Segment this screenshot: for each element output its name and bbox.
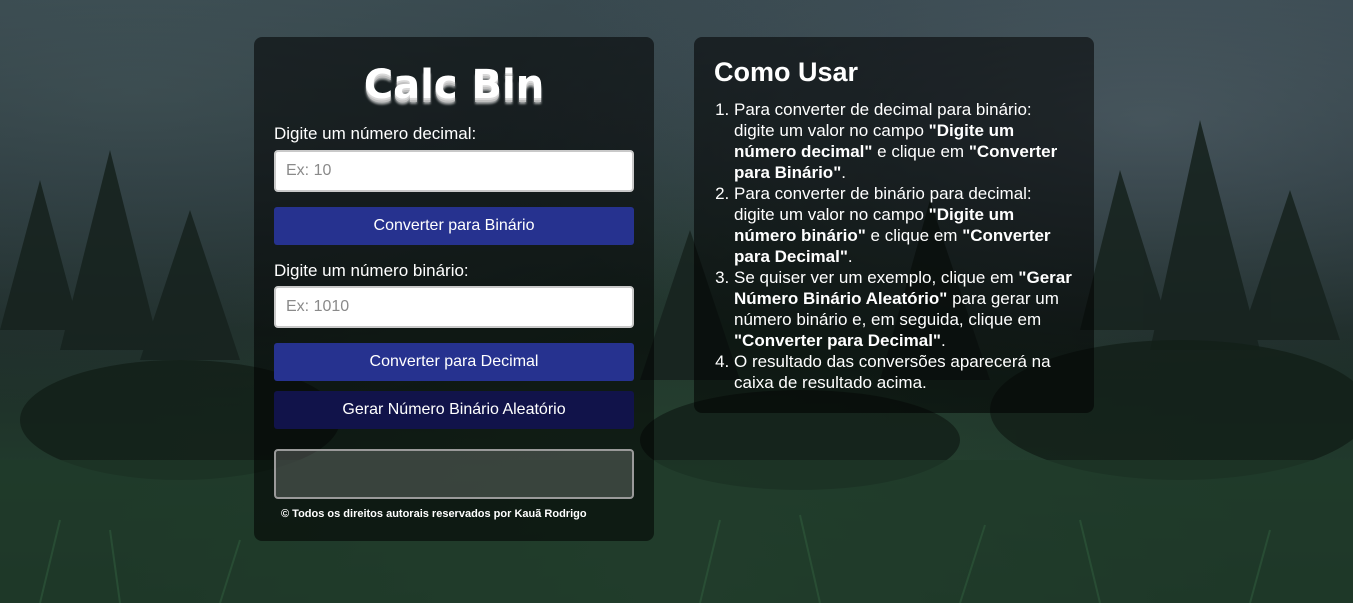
help-step: Para converter de binário para decimal: … <box>734 183 1074 267</box>
calculator-card: Calc Bin Digite um número decimal: Conve… <box>254 37 654 541</box>
binary-input-label: Digite um número binário: <box>274 261 469 280</box>
forest-background <box>0 120 1353 603</box>
decimal-input[interactable] <box>274 150 634 192</box>
how-to-use-card: Como Usar Para converter de decimal para… <box>694 37 1094 413</box>
copyright-footer: © Todos os direitos autorais reservados … <box>281 508 587 520</box>
convert-to-binary-button[interactable]: Converter para Binário <box>274 207 634 245</box>
convert-to-decimal-button[interactable]: Converter para Decimal <box>274 343 634 381</box>
help-step: Para converter de decimal para binário: … <box>734 99 1074 183</box>
result-box <box>274 449 634 499</box>
decimal-input-label: Digite um número decimal: <box>274 124 477 143</box>
app-title-logo: Calc Bin <box>363 62 545 108</box>
help-step: O resultado das conversões aparecerá na … <box>734 351 1074 393</box>
help-step: Se quiser ver um exemplo, clique em "Ger… <box>734 267 1074 351</box>
generate-random-binary-button[interactable]: Gerar Número Binário Aleatório <box>274 391 634 429</box>
help-steps-list: Para converter de decimal para binário: … <box>714 99 1074 393</box>
binary-input[interactable] <box>274 286 634 328</box>
help-title: Como Usar <box>714 57 859 87</box>
